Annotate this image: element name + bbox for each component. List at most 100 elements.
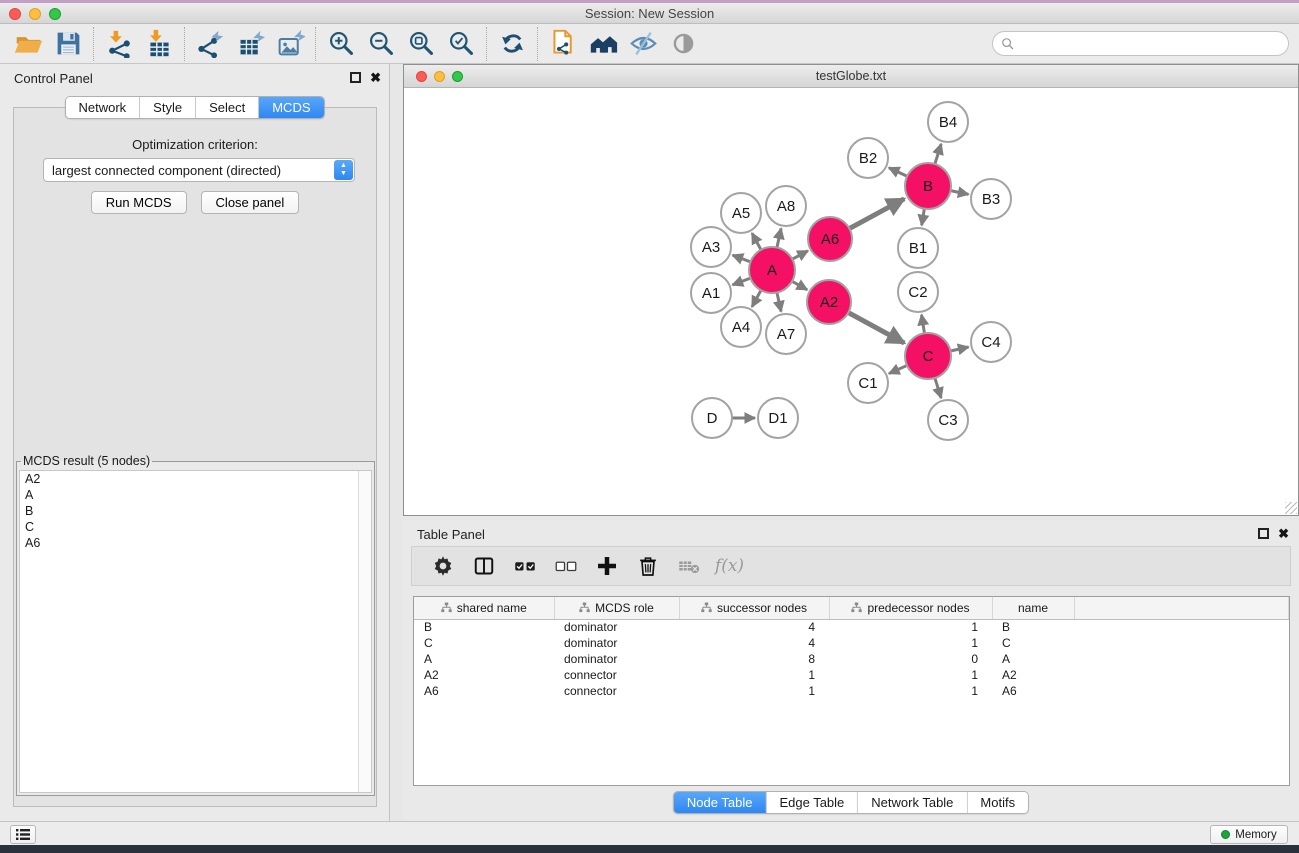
- table-cell[interactable]: 1: [829, 635, 992, 651]
- table-row[interactable]: A6connector11A6: [414, 683, 1289, 699]
- table-cell[interactable]: A: [414, 651, 554, 667]
- search-input[interactable]: [1019, 34, 1288, 54]
- table-cell[interactable]: connector: [554, 667, 679, 683]
- save-session-button[interactable]: [48, 26, 88, 62]
- tab-edge-table[interactable]: Edge Table: [766, 792, 858, 813]
- tab-style[interactable]: Style: [140, 97, 196, 118]
- table-cell[interactable]: 8: [679, 651, 829, 667]
- network-overview-button[interactable]: [583, 26, 623, 62]
- edge-B-B4[interactable]: [935, 144, 941, 164]
- function-builder-button[interactable]: f(x): [711, 549, 748, 583]
- edge-A6-B[interactable]: [849, 199, 904, 229]
- toggle-panel-layout-button[interactable]: [465, 549, 502, 583]
- edge-A-A8[interactable]: [777, 228, 781, 247]
- table-cell[interactable]: 4: [679, 635, 829, 651]
- run-mcds-button[interactable]: Run MCDS: [91, 191, 187, 214]
- edge-B-B3[interactable]: [951, 191, 969, 195]
- delete-column-button[interactable]: [629, 549, 666, 583]
- edge-C-C4[interactable]: [950, 347, 968, 351]
- network-canvas[interactable]: AA1A2A3A4A5A6A7A8BB1B2B3B4CC1C2C3C4DD1: [405, 89, 1298, 515]
- table-cell[interactable]: 1: [829, 683, 992, 699]
- edge-A-A2[interactable]: [792, 281, 807, 290]
- table-cell[interactable]: dominator: [554, 635, 679, 651]
- table-cell[interactable]: A6: [992, 683, 1074, 699]
- export-table-button[interactable]: [230, 26, 270, 62]
- task-history-button[interactable]: [10, 825, 36, 844]
- import-network-button[interactable]: [99, 26, 139, 62]
- criterion-dropdown[interactable]: largest connected component (directed) ▲…: [43, 158, 355, 182]
- table-cell[interactable]: 1: [679, 667, 829, 683]
- result-item[interactable]: C: [20, 519, 371, 535]
- column-header-predecessor-nodes[interactable]: predecessor nodes: [829, 597, 992, 619]
- network-window-titlebar[interactable]: testGlobe.txt: [404, 65, 1298, 88]
- table-cell[interactable]: 1: [679, 683, 829, 699]
- table-cell[interactable]: dominator: [554, 651, 679, 667]
- tab-node-table[interactable]: Node Table: [674, 792, 767, 813]
- table-cell[interactable]: connector: [554, 683, 679, 699]
- column-header-successor-nodes[interactable]: successor nodes: [679, 597, 829, 619]
- column-settings-button[interactable]: [424, 549, 461, 583]
- delete-table-button[interactable]: [670, 549, 707, 583]
- table-cell[interactable]: dominator: [554, 619, 679, 635]
- tab-select[interactable]: Select: [196, 97, 259, 118]
- close-table-panel-icon[interactable]: ✖: [1278, 526, 1289, 542]
- table-cell[interactable]: A2: [414, 667, 554, 683]
- float-table-panel-icon[interactable]: [1258, 528, 1269, 539]
- edge-A-A5[interactable]: [752, 233, 761, 250]
- hide-graphics-details-button[interactable]: [623, 26, 663, 62]
- app-titlebar[interactable]: Session: New Session: [0, 3, 1299, 24]
- table-cell[interactable]: 1: [829, 619, 992, 635]
- edge-A-A1[interactable]: [733, 278, 751, 285]
- close-panel-icon[interactable]: ✖: [370, 70, 381, 86]
- table-cell[interactable]: C: [414, 635, 554, 651]
- export-network-button[interactable]: [190, 26, 230, 62]
- apply-layout-button[interactable]: [492, 26, 532, 62]
- edge-A-A6[interactable]: [792, 251, 808, 259]
- show-graphics-details-button[interactable]: [663, 26, 703, 62]
- tab-network[interactable]: Network: [65, 97, 140, 118]
- column-header-name[interactable]: name: [992, 597, 1074, 619]
- table-cell[interactable]: A2: [992, 667, 1074, 683]
- edge-C-C2[interactable]: [922, 315, 925, 334]
- edge-A-A7[interactable]: [777, 292, 781, 311]
- select-all-checkboxes-button[interactable]: [506, 549, 543, 583]
- table-row[interactable]: Bdominator41B: [414, 619, 1289, 635]
- edge-A-A4[interactable]: [752, 290, 761, 307]
- tab-mcds[interactable]: MCDS: [259, 97, 323, 118]
- import-table-button[interactable]: [139, 26, 179, 62]
- result-list-scrollbar[interactable]: [358, 471, 371, 792]
- edge-B-B1[interactable]: [922, 209, 925, 226]
- close-panel-button[interactable]: Close panel: [201, 191, 300, 214]
- clone-network-button[interactable]: [543, 26, 583, 62]
- zoom-in-button[interactable]: [321, 26, 361, 62]
- zoom-out-button[interactable]: [361, 26, 401, 62]
- tab-motifs[interactable]: Motifs: [967, 792, 1028, 813]
- deselect-all-checkboxes-button[interactable]: [547, 549, 584, 583]
- open-file-button[interactable]: [8, 26, 48, 62]
- table-cell[interactable]: B: [992, 619, 1074, 635]
- edge-A2-C[interactable]: [848, 313, 904, 344]
- table-row[interactable]: Adominator80A: [414, 651, 1289, 667]
- memory-button[interactable]: Memory: [1210, 825, 1288, 844]
- export-image-button[interactable]: [270, 26, 310, 62]
- table-cell[interactable]: 0: [829, 651, 992, 667]
- tab-network-table[interactable]: Network Table: [858, 792, 967, 813]
- float-panel-icon[interactable]: [350, 72, 361, 83]
- resize-grip[interactable]: [1285, 502, 1297, 514]
- edge-A-A3[interactable]: [733, 255, 751, 262]
- edge-B-B2[interactable]: [889, 168, 907, 177]
- edge-C-C1[interactable]: [889, 365, 907, 373]
- table-cell[interactable]: 4: [679, 619, 829, 635]
- table-cell[interactable]: A: [992, 651, 1074, 667]
- table-cell[interactable]: C: [992, 635, 1074, 651]
- result-item[interactable]: A2: [20, 471, 371, 487]
- result-item[interactable]: B: [20, 503, 371, 519]
- table-row[interactable]: Cdominator41C: [414, 635, 1289, 651]
- add-column-button[interactable]: [588, 549, 625, 583]
- table-row[interactable]: A2connector11A2: [414, 667, 1289, 683]
- zoom-selected-button[interactable]: [441, 26, 481, 62]
- table-cell[interactable]: A6: [414, 683, 554, 699]
- column-header-MCDS-role[interactable]: MCDS role: [554, 597, 679, 619]
- column-header-shared-name[interactable]: shared name: [414, 597, 554, 619]
- result-item[interactable]: A6: [20, 535, 371, 551]
